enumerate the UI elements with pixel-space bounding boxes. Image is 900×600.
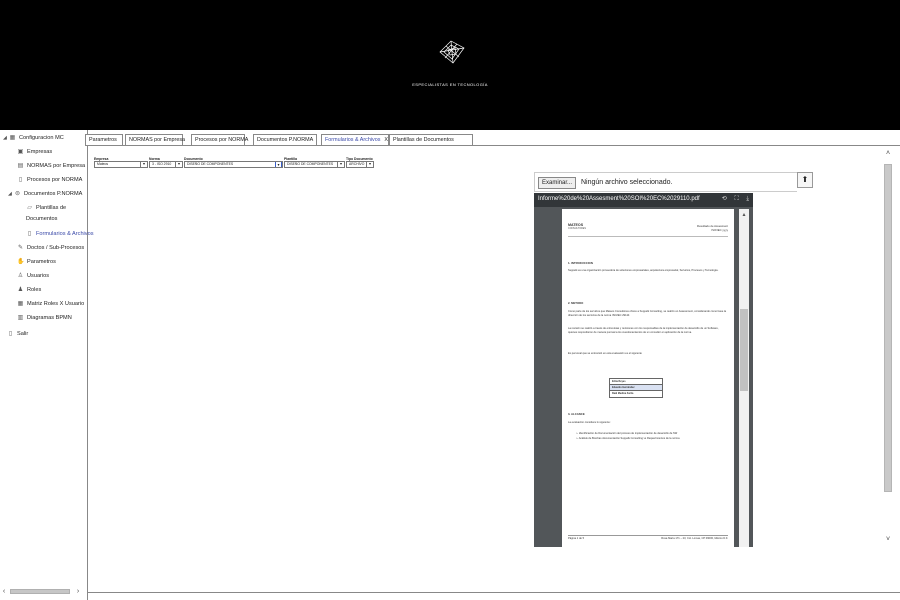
content-bottom-border: [88, 592, 900, 593]
download-icon[interactable]: ⤓: [746, 196, 749, 202]
doc-paragraph: Como parte de los servicios que Mateos C…: [568, 310, 727, 317]
scroll-left-icon[interactable]: ‹: [0, 587, 8, 596]
sidebar-item-parametros[interactable]: ✋ Parametros: [17, 258, 56, 266]
pdf-filename: Informe%20de%20Assesment%20SOI%20EC%2029…: [538, 196, 700, 202]
sidebar-item-documentos-p-norma[interactable]: ◢ ⊜ Documentos P.NORMA: [8, 190, 82, 198]
doc-heading-metodo: 2. METODO: [568, 301, 584, 305]
rotate-icon[interactable]: ⟲: [722, 196, 727, 202]
file-input[interactable]: Examinar... Ningún archivo seleccionado.: [534, 172, 797, 192]
file-icon: ▯: [18, 177, 23, 183]
close-icon[interactable]: X: [384, 137, 388, 143]
logout-icon: ▯: [8, 331, 13, 337]
grid-icon: ▦: [17, 301, 24, 307]
doc-divider: [568, 236, 728, 237]
doc-heading-introduccion: 1. INTRODUCCION: [568, 261, 593, 265]
sidebar-item-normas-por-empresa[interactable]: ▤ NORMAS por Empresa: [17, 162, 85, 170]
sidebar-item-plantillas-de-documentos[interactable]: ▱ Plantillas de: [26, 204, 66, 212]
tab-divider: [85, 145, 900, 146]
plantilla-select[interactable]: DISEÑO DE COMPONENTES ▾: [284, 161, 345, 168]
sidebar-item-formularios-archivos[interactable]: ▯ Formularios & Archivos: [26, 230, 94, 238]
edit-icon: ✎: [17, 245, 24, 251]
doc-bullet: ➢ Identificación de Documentación del pr…: [576, 432, 678, 435]
upload-button[interactable]: ⬆: [797, 172, 813, 188]
sidebar-item-doctos-sub-procesos[interactable]: ✎ Doctos / Sub-Procesos: [17, 244, 84, 252]
scrollbar-thumb[interactable]: [884, 164, 892, 492]
sidebar-item-configuracion-mc[interactable]: ◢ ▦ Configuracion MC: [3, 134, 64, 142]
table-icon: ▦: [9, 135, 16, 141]
pdf-toolbar: Informe%20de%20Assesment%20SOI%20EC%2029…: [534, 193, 753, 207]
scrollbar-thumb[interactable]: [740, 309, 748, 391]
norma-select[interactable]: 3 - ISO 2910 ▾: [149, 161, 183, 168]
sidebar-item-usuarios[interactable]: ♙ Usuarios: [17, 272, 49, 280]
upload-icon: ⬆: [801, 175, 809, 184]
fullscreen-icon[interactable]: ⛶: [734, 196, 738, 202]
chevron-down-icon[interactable]: ▾: [366, 162, 373, 167]
doc-heading-alcance: 3. ALCANCE: [568, 412, 585, 416]
template-icon: ▱: [27, 205, 32, 211]
scrollbar-thumb[interactable]: [10, 589, 70, 594]
tipo-documento-select[interactable]: ARCHIVO ▾: [346, 161, 374, 168]
chevron-down-icon[interactable]: ▾: [175, 162, 182, 167]
sidebar-item-matriz-roles-x-usuario[interactable]: ▦ Matriz Roles X Usuario: [17, 300, 85, 308]
building-icon: ▣: [17, 149, 24, 155]
pdf-viewer[interactable]: Informe%20de%20Assesment%20SOI%20EC%2029…: [534, 193, 753, 547]
doc-brand-sub: CONSULTORES: [568, 227, 586, 230]
empresa-select[interactable]: Mateos ▾: [94, 161, 148, 168]
database-icon: ⊜: [14, 191, 21, 197]
pdf-scrollbar[interactable]: ▴: [739, 209, 749, 547]
sidebar-item-plantillas-de-documentos-line2[interactable]: Documentos: [26, 216, 57, 222]
company-logo: [439, 40, 465, 64]
sidebar-item-empresas[interactable]: ▣ Empresas: [17, 148, 53, 156]
scroll-right-icon[interactable]: ›: [74, 587, 82, 596]
chevron-down-icon[interactable]: ▾: [140, 162, 147, 167]
table-row: Raúl Medina Zurita: [612, 392, 634, 395]
doc-paragraph: La evaluación considera lo siguiente:: [568, 421, 611, 424]
doc-bullet: ➢ Análisis de Brechas documentación Supp…: [576, 437, 680, 440]
company-tagline: ESPECIALISTAS EN TECNOLOGÍA: [412, 82, 488, 87]
form-icon: ▯: [27, 231, 32, 237]
documento-select[interactable]: DISEÑO DE COMPONENTES ▾: [184, 161, 283, 168]
sidebar-item-diagramas-bpmn[interactable]: ▥ Diagramas BPMN: [17, 314, 72, 322]
header-banner: ESPECIALISTAS EN TECNOLOGÍA: [0, 0, 900, 130]
browse-button[interactable]: Examinar...: [538, 177, 577, 189]
doc-report-title: Resultado de Assesment ISO/IEC yyyy: [697, 224, 728, 232]
doc-footer-address: Rosa María 171 – 23, Col. Lomas, CP 0900…: [661, 537, 728, 540]
app-window: ESPECIALISTAS EN TECNOLOGÍA ◢ ▦ Configur…: [0, 0, 900, 600]
doc-paragraph: Suppelk es una organización proveedora d…: [568, 269, 719, 272]
book-icon: ▤: [17, 163, 24, 169]
hand-icon: ✋: [17, 259, 25, 265]
bar-chart-icon: ▥: [17, 315, 24, 321]
pdf-page: MATEOS CONSULTORES Resultado de Assesmen…: [562, 209, 734, 547]
chevron-down-icon[interactable]: ˅: [882, 536, 894, 546]
sidebar-nav: ◢ ▦ Configuracion MC ▣ Empresas ▤ NORMAS…: [0, 130, 94, 600]
sidebar-item-salir[interactable]: ▯ Salir: [7, 330, 28, 338]
chevron-down-icon[interactable]: ▾: [275, 162, 282, 167]
doc-footer-page: Página 1 de 5: [568, 537, 585, 540]
doc-paragraph: EL personal que se entrevistó en esta ev…: [568, 352, 642, 355]
users-icon: ♟: [17, 287, 24, 293]
chevron-up-icon[interactable]: ˄: [882, 150, 894, 160]
sidebar-item-procesos-por-norma[interactable]: ▯ Procesos por NORMA: [17, 176, 83, 184]
sidebar-item-roles[interactable]: ♟ Roles: [17, 286, 42, 294]
doc-people-table: Erika Reyes Eduardo Hernández Raúl Medin…: [609, 378, 663, 398]
sidebar-horizontal-scrollbar[interactable]: ‹ ›: [0, 587, 88, 596]
selected-file-text: Ningún archivo seleccionado.: [581, 179, 673, 186]
doc-paragraph: La revisión se realizó a través de entre…: [568, 327, 719, 334]
doc-footer-divider: [568, 535, 728, 536]
chevron-down-icon[interactable]: ▾: [337, 162, 344, 167]
scroll-up-icon[interactable]: ▴: [739, 211, 749, 218]
main-vertical-scrollbar[interactable]: ˄ ˅: [882, 150, 894, 546]
user-icon: ♙: [17, 273, 24, 279]
